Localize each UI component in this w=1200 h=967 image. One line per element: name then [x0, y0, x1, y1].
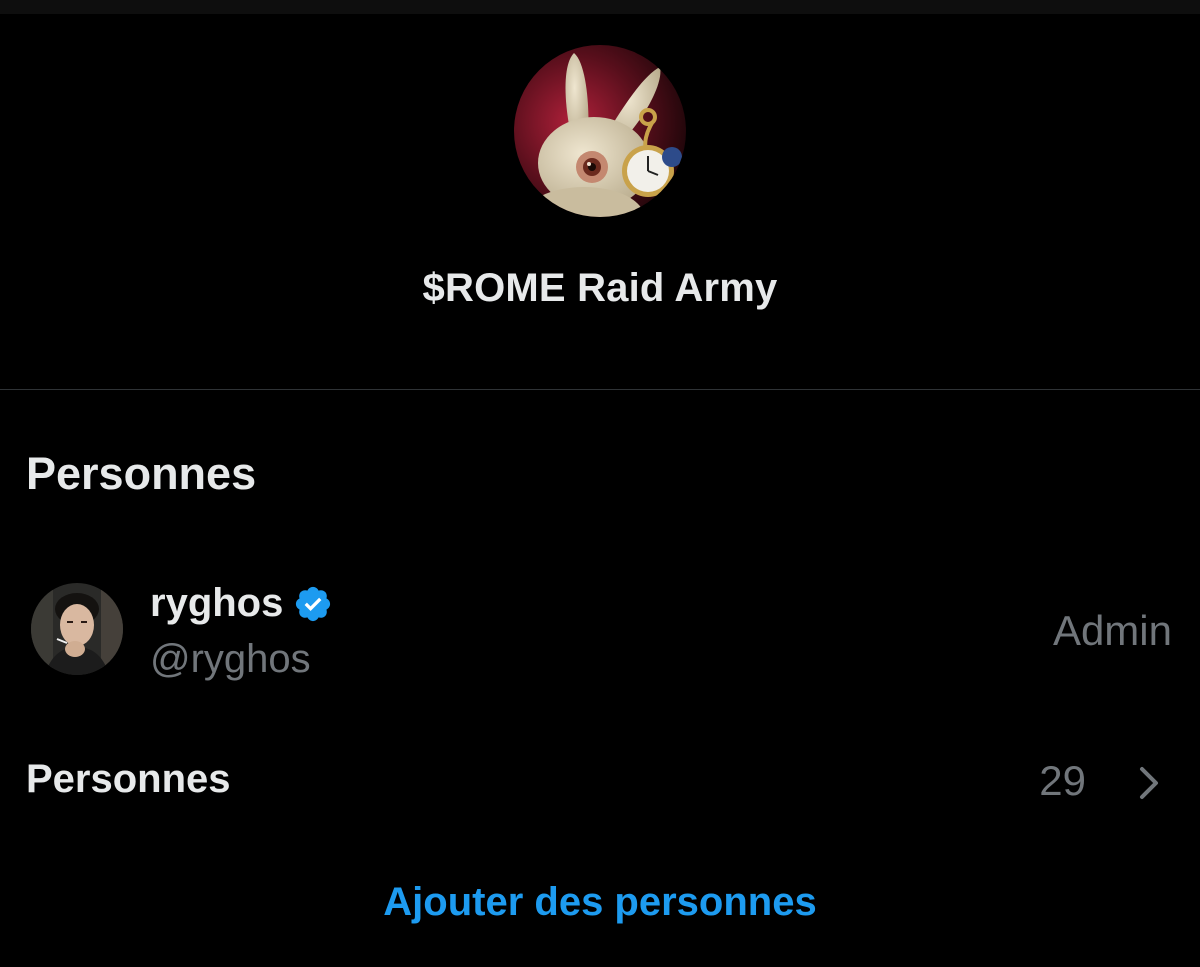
- member-handle: @ryghos: [150, 637, 311, 681]
- group-title: $ROME Raid Army: [422, 266, 778, 310]
- member-name-line: ryghos: [150, 581, 333, 626]
- member-name: ryghos: [150, 581, 284, 625]
- people-section-heading: Personnes: [26, 448, 257, 499]
- add-people-button[interactable]: Ajouter des personnes: [0, 880, 1200, 925]
- chevron-right-icon: [1140, 767, 1158, 799]
- top-edge-strip: [0, 0, 1200, 14]
- member-role-label: Admin: [1052, 607, 1172, 654]
- verified-badge-icon: [293, 584, 333, 624]
- member-row[interactable]: ryghos @ryghos Admin: [0, 565, 1200, 695]
- group-avatar[interactable]: [514, 45, 686, 217]
- section-divider: [0, 389, 1200, 390]
- man-portrait-image: [31, 583, 123, 675]
- member-avatar[interactable]: [31, 583, 123, 675]
- people-list-row[interactable]: Personnes 29: [0, 745, 1200, 817]
- white-rabbit-image: [514, 45, 686, 217]
- people-count: 29: [1039, 757, 1086, 804]
- people-row-label: Personnes: [26, 757, 231, 801]
